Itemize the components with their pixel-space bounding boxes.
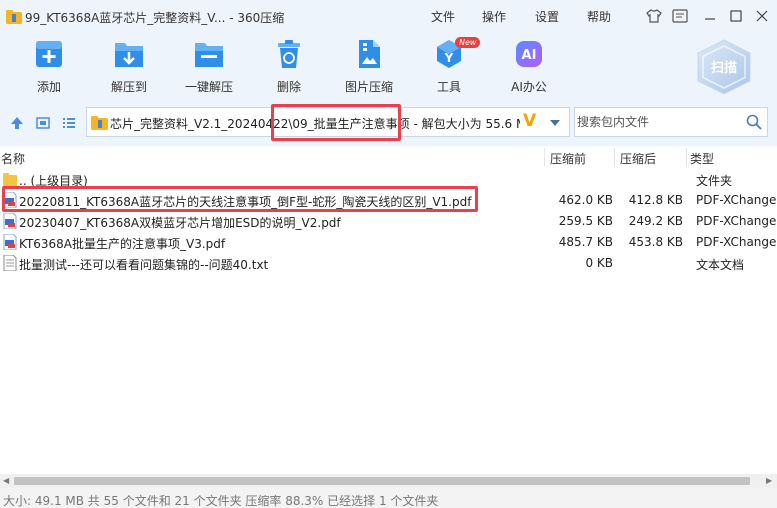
scan-icon: 扫描 [697,39,751,95]
column-type[interactable]: 类型 [690,150,714,167]
skin-icon[interactable] [644,6,664,26]
file-name: 批量测试---还可以看看问题集锦的--问题40.txt [19,258,269,272]
new-badge: New [455,37,481,48]
column-compressed[interactable]: 压缩后 [620,150,656,167]
file-size: 259.5 KB [558,214,613,228]
scroll-left-icon[interactable]: ◀ [3,476,9,485]
app-icon [6,10,22,24]
file-compressed-size: 453.8 KB [628,235,683,249]
list-item[interactable]: 批量测试---还可以看看问题集锦的--问题40.txt 0 KB 文本文档 [0,253,777,274]
menu-help[interactable]: 帮助 [587,8,611,25]
column-divider[interactable] [544,148,545,166]
file-type: PDF-XChange [696,235,777,249]
search-box[interactable] [574,107,768,137]
column-size[interactable]: 压缩前 [550,150,586,167]
scrollbar-thumb[interactable] [14,477,750,485]
ai-glyph: AI [522,48,537,63]
minimize-icon[interactable] [700,6,720,26]
extract-to-label: 解压到 [110,80,147,94]
dropdown-arrow-icon[interactable] [549,119,561,127]
list-item[interactable]: 20230407_KT6368A双模蓝牙芯片增加ESD的说明_V2.pdf 25… [0,211,777,232]
ai-office-button[interactable]: AI AI办公 [494,37,564,95]
vip-icon[interactable]: V [523,111,536,131]
search-icon[interactable] [746,114,762,130]
menu-file[interactable]: 文件 [431,8,455,25]
path-highlight-box [271,104,401,141]
title-bar: 99_KT6368A蓝牙芯片_完整资料_V... - 360压缩 文件 操作 设… [0,0,777,33]
close-icon[interactable] [752,6,772,26]
toolbar: 添加 解压到 一键解压 删除 图片压缩 Y New 工具 AI AI办公 [0,33,777,100]
menu-operation[interactable]: 操作 [482,8,506,25]
delete-label: 删除 [276,80,301,94]
file-size: 0 KB [585,256,613,270]
file-compressed-size: 249.2 KB [628,214,683,228]
status-bar: 大小: 49.1 MB 共 55 个文件和 21 个文件夹 压缩率 88.3% … [0,488,777,508]
text-file-icon [3,255,17,271]
tools-label: 工具 [436,80,461,94]
delete-icon [272,37,306,71]
row-highlight-box [2,186,478,212]
file-type: 文本文档 [696,258,745,272]
one-click-extract-button[interactable]: 一键解压 [174,37,244,95]
ai-office-icon: AI [512,37,546,71]
file-type: PDF-XChange [696,214,777,228]
file-size: 462.0 KB [558,193,613,207]
tools-button[interactable]: Y New 工具 [414,37,484,95]
file-name: 20230407_KT6368A双模蓝牙芯片增加ESD的说明_V2.pdf [19,216,341,230]
ai-office-label: AI办公 [511,80,547,94]
image-compress-label: 图片压缩 [344,80,393,94]
column-name[interactable]: 名称 [1,150,25,167]
status-text: 大小: 49.1 MB 共 55 个文件和 21 个文件夹 压缩率 88.3% … [3,494,439,508]
unpacked-size: - 解包大小为 55.6 MB [413,117,521,131]
window-title: 99_KT6368A蓝牙芯片_完整资料_V... - 360压缩 [25,11,285,25]
list-item[interactable]: KT6368A批量生产的注意事项_V3.pdf 485.7 KB 453.8 K… [0,232,777,253]
folder-icon [3,173,17,186]
file-compressed-size: 412.8 KB [628,193,683,207]
scan-label: 扫描 [711,60,737,76]
image-compress-button[interactable]: 图片压缩 [334,37,404,95]
menu-settings[interactable]: 设置 [535,8,559,25]
one-click-extract-icon [192,37,226,71]
thumbnail-view-icon[interactable] [35,115,51,131]
up-arrow-icon[interactable] [9,115,25,131]
file-name: KT6368A批量生产的注意事项_V3.pdf [19,237,226,251]
delete-button[interactable]: 删除 [254,37,324,95]
list-view-icon[interactable] [61,115,77,131]
add-label: 添加 [36,80,61,94]
svg-text:Y: Y [444,51,454,65]
scroll-right-icon[interactable]: ▶ [766,476,772,485]
pdf-file-icon [3,213,17,229]
extract-to-button[interactable]: 解压到 [94,37,164,95]
add-icon [32,37,66,71]
file-type: PDF-XChange [696,193,777,207]
pdf-file-icon [3,234,17,250]
file-type: 文件夹 [696,174,733,188]
column-divider[interactable] [614,148,615,166]
extract-to-icon [112,37,146,71]
image-compress-icon [352,37,386,71]
maximize-icon[interactable] [726,6,746,26]
archive-folder-icon [91,116,108,130]
scan-button[interactable]: 扫描 [693,38,755,96]
file-size: 485.7 KB [558,235,613,249]
list-header: 名称 压缩前 压缩后 类型 [0,146,777,168]
column-divider[interactable] [686,148,687,166]
search-input[interactable] [577,113,737,131]
add-button[interactable]: 添加 [14,37,84,95]
feedback-icon[interactable] [670,6,690,26]
one-click-extract-label: 一键解压 [184,80,233,94]
horizontal-scrollbar[interactable]: ◀ ▶ [0,474,777,488]
